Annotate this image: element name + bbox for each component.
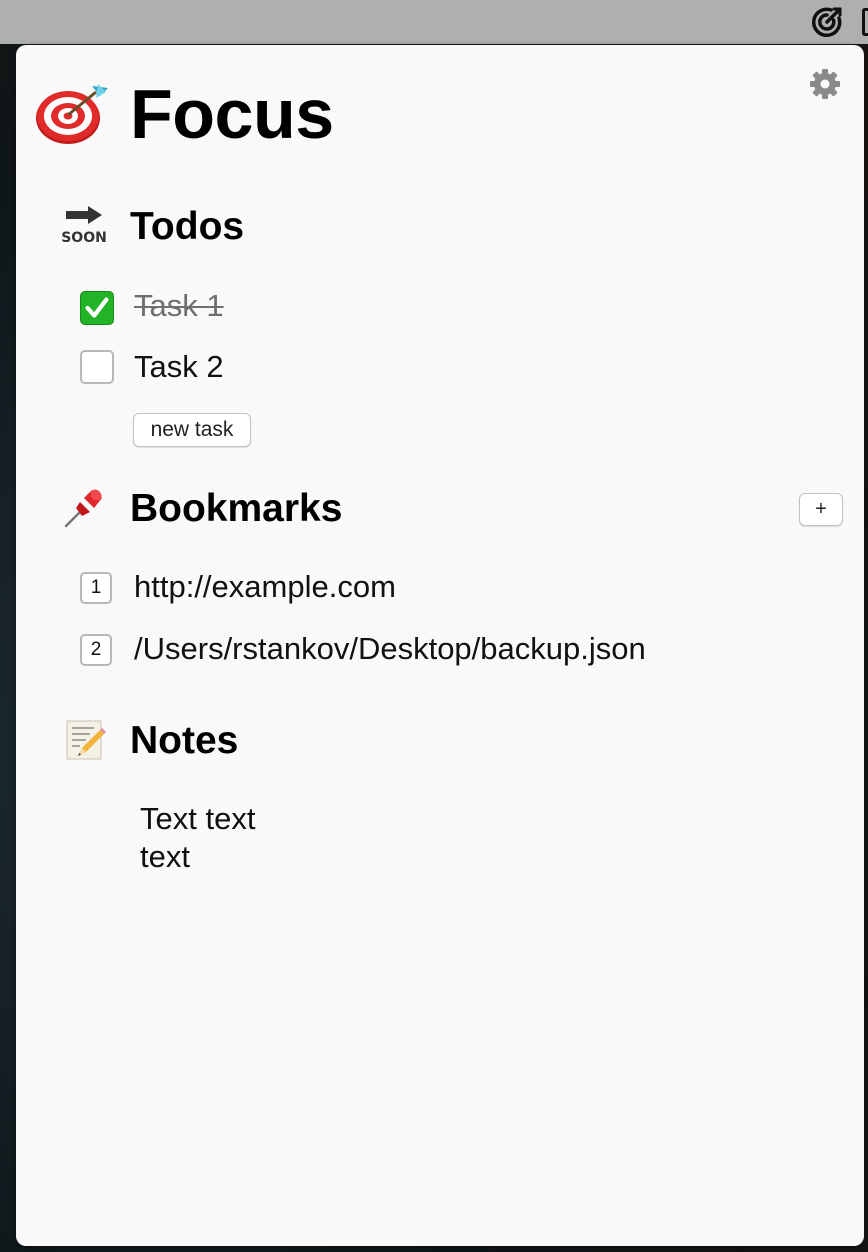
memo-icon	[66, 720, 106, 760]
notes-line: Text text	[140, 801, 256, 836]
task-checkbox-checked[interactable]	[80, 291, 114, 325]
notes-line: text	[140, 839, 190, 874]
new-task-button[interactable]: new task	[133, 413, 251, 447]
todos-title: Todos	[130, 205, 245, 248]
pushpin-icon	[64, 489, 102, 528]
soon-arrow-icon: SOON	[62, 206, 106, 246]
svg-text:SOON: SOON	[62, 230, 106, 246]
gear-icon[interactable]	[808, 67, 842, 101]
task-label[interactable]: Task 1	[134, 286, 224, 326]
checkmark-icon	[85, 297, 109, 318]
bookmark-index-badge: 2	[80, 634, 112, 666]
bookmark-index-badge: 1	[80, 572, 112, 604]
menu-bar	[0, 0, 868, 44]
focus-target-icon[interactable]	[810, 5, 844, 39]
dart-target-icon	[36, 84, 108, 144]
notes-textarea[interactable]: Text text text	[140, 800, 820, 876]
notes-title: Notes	[130, 719, 239, 762]
app-title: Focus	[130, 75, 334, 153]
bookmark-link[interactable]: /Users/rstankov/Desktop/backup.json	[134, 629, 646, 669]
task-label[interactable]: Task 2	[134, 347, 224, 387]
bookmarks-title: Bookmarks	[130, 487, 343, 530]
menubar-item-edge[interactable]	[862, 8, 868, 36]
task-checkbox-unchecked[interactable]	[80, 350, 114, 384]
add-bookmark-button[interactable]: +	[799, 493, 843, 526]
bookmark-link[interactable]: http://example.com	[134, 567, 396, 607]
